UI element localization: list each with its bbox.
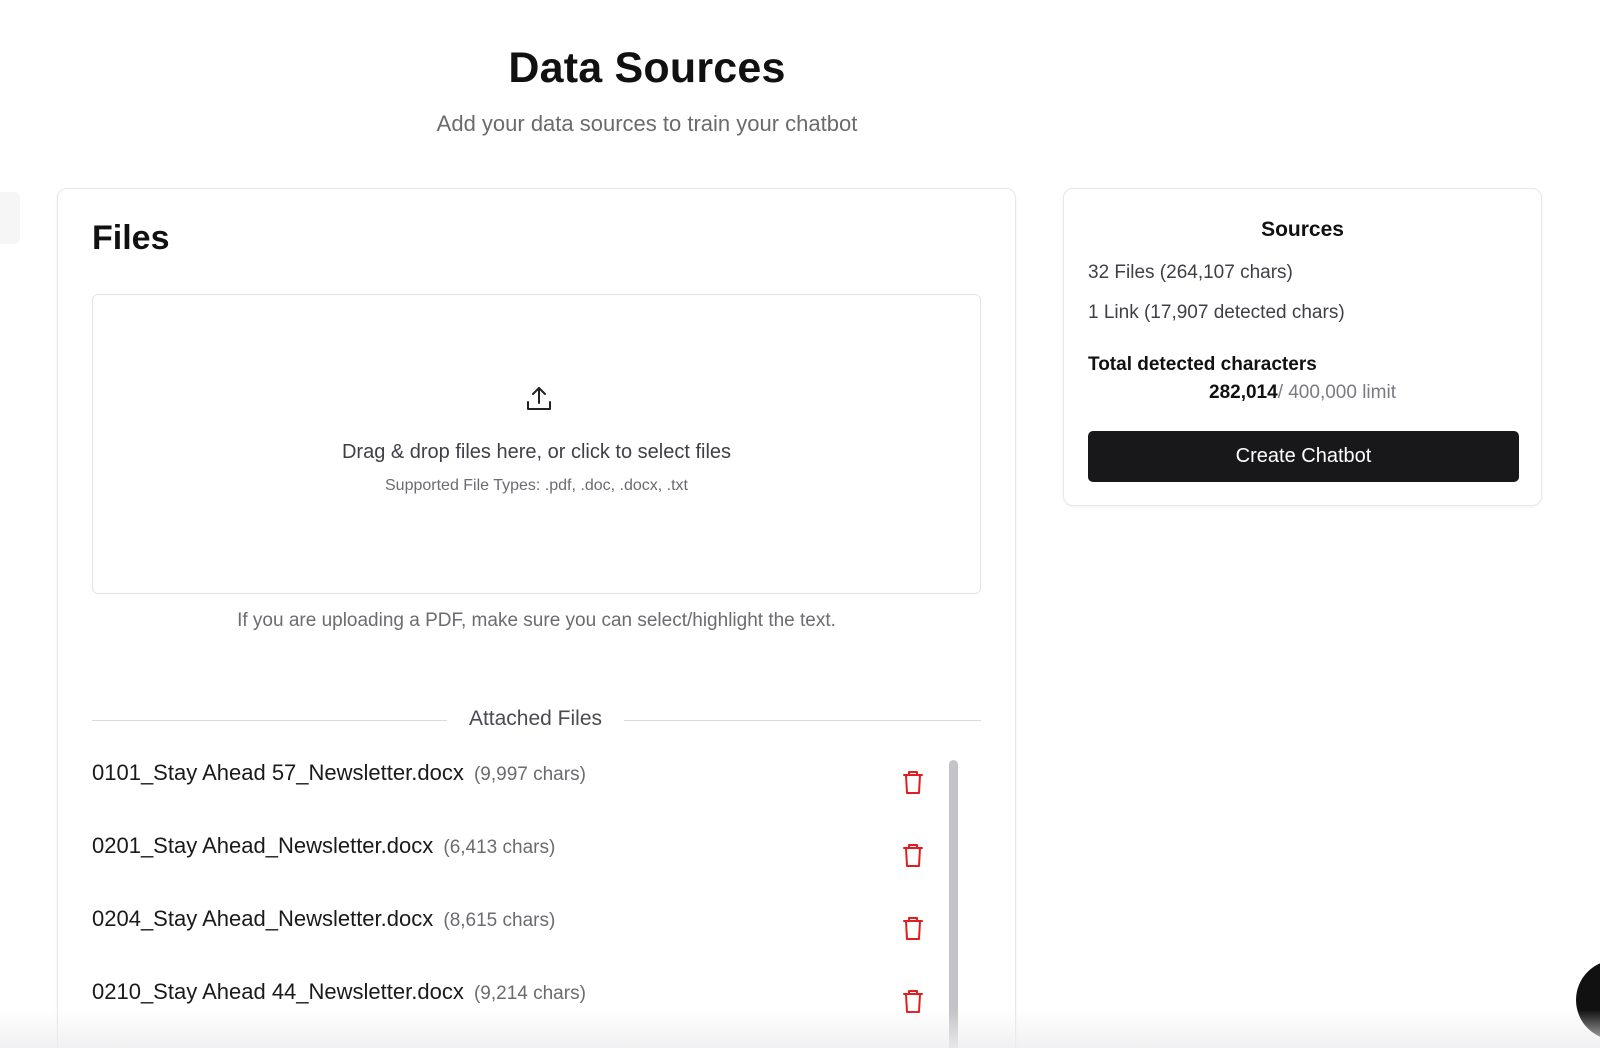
page-subtitle: Add your data sources to train your chat… <box>436 111 858 136</box>
total-limit: / 400,000 limit <box>1277 382 1396 403</box>
file-dropzone[interactable]: Drag & drop files here, or click to sele… <box>92 294 981 594</box>
total-count: 282,014 <box>1209 382 1278 403</box>
chat-launcher-button[interactable] <box>1576 960 1600 1040</box>
link-summary: 1 Link (17,907 detected chars) <box>1088 302 1345 323</box>
trash-icon[interactable] <box>900 768 926 796</box>
file-row: 0201_Stay Ahead_Newsletter.docx (6,413 c… <box>92 827 937 877</box>
file-list-scrollbar[interactable] <box>946 754 960 1048</box>
files-summary: 32 Files (264,107 chars) <box>1088 262 1293 283</box>
upload-icon <box>526 385 552 413</box>
sources-title: Sources <box>1261 218 1344 241</box>
file-char-count: (6,413 chars) <box>443 837 556 858</box>
supported-file-types: Supported File Types: .pdf, .doc, .docx,… <box>385 477 688 494</box>
file-name-text: 0204_Stay Ahead_Newsletter.docx <box>92 906 434 931</box>
files-section-title: Files <box>92 219 170 257</box>
dropzone-instructions: Drag & drop files here, or click to sele… <box>341 441 732 463</box>
file-name-text: 0201_Stay Ahead_Newsletter.docx <box>92 833 434 858</box>
file-char-count: (9,997 chars) <box>473 764 586 785</box>
file-name: 0204_Stay Ahead_Newsletter.docx (8,615 c… <box>92 906 555 932</box>
file-name: 0201_Stay Ahead_Newsletter.docx (6,413 c… <box>92 833 555 859</box>
page-title: Data Sources <box>508 44 786 92</box>
attached-file-list: 0101_Stay Ahead 57_Newsletter.docx (9,99… <box>92 754 981 1048</box>
pdf-note: If you are uploading a PDF, make sure yo… <box>237 610 836 631</box>
file-row: 0101_Stay Ahead 57_Newsletter.docx (9,99… <box>92 754 937 804</box>
trash-icon[interactable] <box>900 914 926 942</box>
file-name-text: 0210_Stay Ahead 44_Newsletter.docx <box>92 979 464 1004</box>
create-chatbot-button[interactable]: Create Chatbot <box>1088 431 1519 482</box>
trash-icon[interactable] <box>900 841 926 869</box>
file-row: 0210_Stay Ahead 44_Newsletter.docx (9,21… <box>92 973 937 1023</box>
sources-summary-card: Sources 32 Files (264,107 chars) 1 Link … <box>1063 188 1542 506</box>
file-row: 0204_Stay Ahead_Newsletter.docx (8,615 c… <box>92 900 937 950</box>
total-characters-label: Total detected characters <box>1088 354 1317 375</box>
file-char-count: (8,615 chars) <box>443 910 556 931</box>
data-sources-page: Data Sources Add your data sources to tr… <box>0 0 1600 1048</box>
trash-icon[interactable] <box>900 987 926 1015</box>
file-name-text: 0101_Stay Ahead 57_Newsletter.docx <box>92 760 464 785</box>
file-name: 0101_Stay Ahead 57_Newsletter.docx (9,99… <box>92 760 586 786</box>
attached-files-label: Attached Files <box>468 707 603 730</box>
divider-left <box>92 720 447 721</box>
divider-right <box>624 720 981 721</box>
files-card: Files Drag & drop files here, or click t… <box>57 188 1016 1048</box>
file-name: 0210_Stay Ahead 44_Newsletter.docx (9,21… <box>92 979 586 1005</box>
file-char-count: (9,214 chars) <box>473 983 586 1004</box>
sidebar-edge-tab[interactable] <box>0 192 20 244</box>
total-characters-value: 282,014/ 400,000 limit <box>1064 382 1541 404</box>
scrollbar-thumb[interactable] <box>949 760 958 1048</box>
